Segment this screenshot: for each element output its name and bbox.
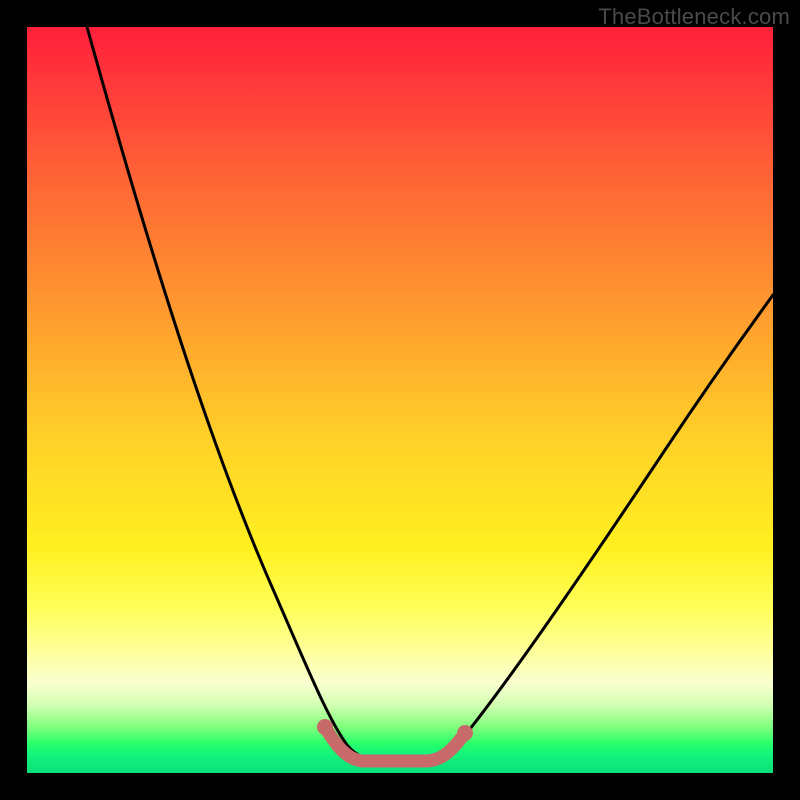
optimal-range-endpoint-right <box>457 725 473 741</box>
bottleneck-curve <box>87 27 773 760</box>
chart-plot-area <box>27 27 773 773</box>
watermark-text: TheBottleneck.com <box>598 4 790 30</box>
optimal-range-endpoint-left <box>317 719 333 735</box>
chart-svg <box>27 27 773 773</box>
